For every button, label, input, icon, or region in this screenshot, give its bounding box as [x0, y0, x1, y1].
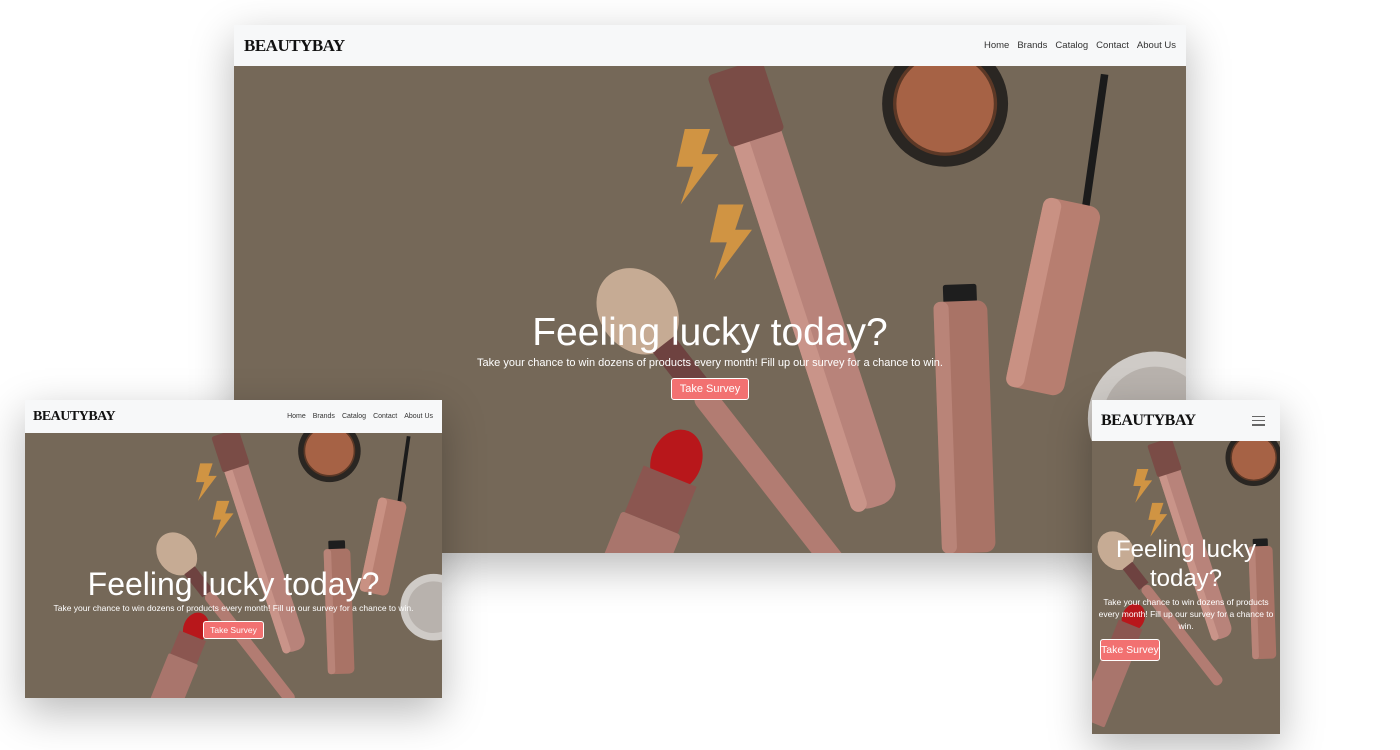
nav-links: Home Brands Catalog Contact About Us [280, 413, 433, 420]
tablet-mockup: BEAUTYBAY Home Brands Catalog Contact Ab… [25, 400, 442, 698]
mobile-mockup: BEAUTYBAY Feeling lucky today? Take your… [1092, 400, 1280, 734]
hero-subtitle: Take your chance to win dozens of produc… [477, 357, 943, 369]
nav-home[interactable]: Home [287, 413, 306, 420]
navbar: BEAUTYBAY [1092, 400, 1280, 441]
hero-title: Feeling lucky today? [532, 311, 888, 354]
hero-subtitle: Take your chance to win dozens of produc… [53, 603, 414, 613]
hero-content: Feeling lucky today? Take your chance to… [1092, 535, 1280, 661]
take-survey-button[interactable]: Take Survey [1100, 639, 1160, 661]
hero-content: Feeling lucky today? Take your chance to… [234, 311, 1186, 400]
nav-contact[interactable]: Contact [1096, 40, 1129, 51]
hero-content: Feeling lucky today? Take your chance to… [25, 566, 442, 639]
hero: Feeling lucky today? Take your chance to… [1092, 441, 1280, 734]
nav-about-us[interactable]: About Us [1137, 40, 1176, 51]
nav-brands[interactable]: Brands [313, 413, 335, 420]
nav-catalog[interactable]: Catalog [1055, 40, 1088, 51]
navbar: BEAUTYBAY Home Brands Catalog Contact Ab… [25, 400, 442, 433]
brand-logo[interactable]: BEAUTYBAY [33, 409, 116, 425]
nav-links: Home Brands Catalog Contact About Us [976, 40, 1176, 51]
nav-about-us[interactable]: About Us [404, 413, 433, 420]
nav-home[interactable]: Home [984, 40, 1009, 51]
hero: Feeling lucky today? Take your chance to… [25, 433, 442, 698]
brand-logo[interactable]: BEAUTYBAY [244, 36, 345, 56]
brand-logo[interactable]: BEAUTYBAY [1101, 412, 1196, 430]
take-survey-button[interactable]: Take Survey [670, 378, 750, 400]
hero-title: Feeling lucky today? [87, 566, 380, 602]
take-survey-button[interactable]: Take Survey [203, 621, 264, 639]
nav-contact[interactable]: Contact [373, 413, 397, 420]
nav-brands[interactable]: Brands [1017, 40, 1047, 51]
navbar: BEAUTYBAY Home Brands Catalog Contact Ab… [234, 25, 1186, 66]
hero-title: Feeling lucky today? [1115, 536, 1257, 592]
hamburger-menu-icon[interactable] [1252, 415, 1265, 426]
nav-catalog[interactable]: Catalog [342, 413, 366, 420]
hero-subtitle: Take your chance to win dozens of produc… [1098, 597, 1274, 631]
